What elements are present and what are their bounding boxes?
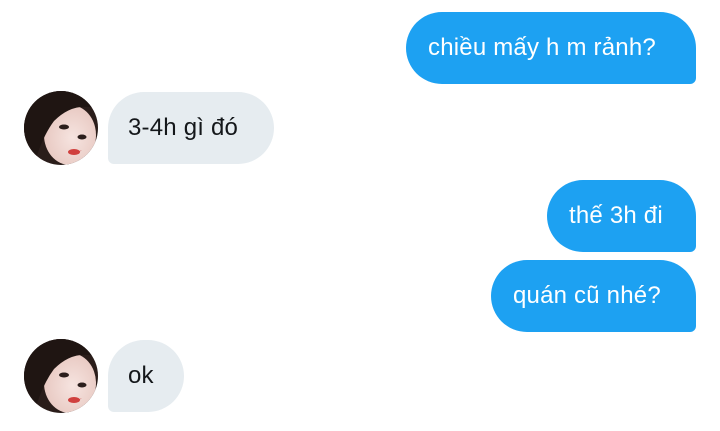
incoming-message-bubble[interactable]: ok	[108, 340, 184, 412]
message-text: chiều mấy h m rảnh?	[428, 34, 656, 61]
outgoing-message-bubble[interactable]: quán cũ nhé?	[491, 260, 696, 332]
user-avatar-icon	[24, 339, 98, 413]
outgoing-message-bubble[interactable]: chiều mấy h m rảnh?	[406, 12, 696, 84]
user-avatar-icon	[24, 91, 98, 165]
avatar[interactable]	[24, 339, 98, 413]
message-text: ok	[128, 362, 154, 389]
outgoing-message-bubble[interactable]: thế 3h đi	[547, 180, 696, 252]
incoming-message-bubble[interactable]: 3-4h gì đó	[108, 92, 274, 164]
message-text: quán cũ nhé?	[513, 282, 661, 309]
avatar[interactable]	[24, 91, 98, 165]
message-text: 3-4h gì đó	[128, 114, 239, 141]
dm-conversation: { "messages": [ {"direction": "outgoing"…	[0, 0, 720, 431]
message-text: thế 3h đi	[569, 202, 663, 229]
